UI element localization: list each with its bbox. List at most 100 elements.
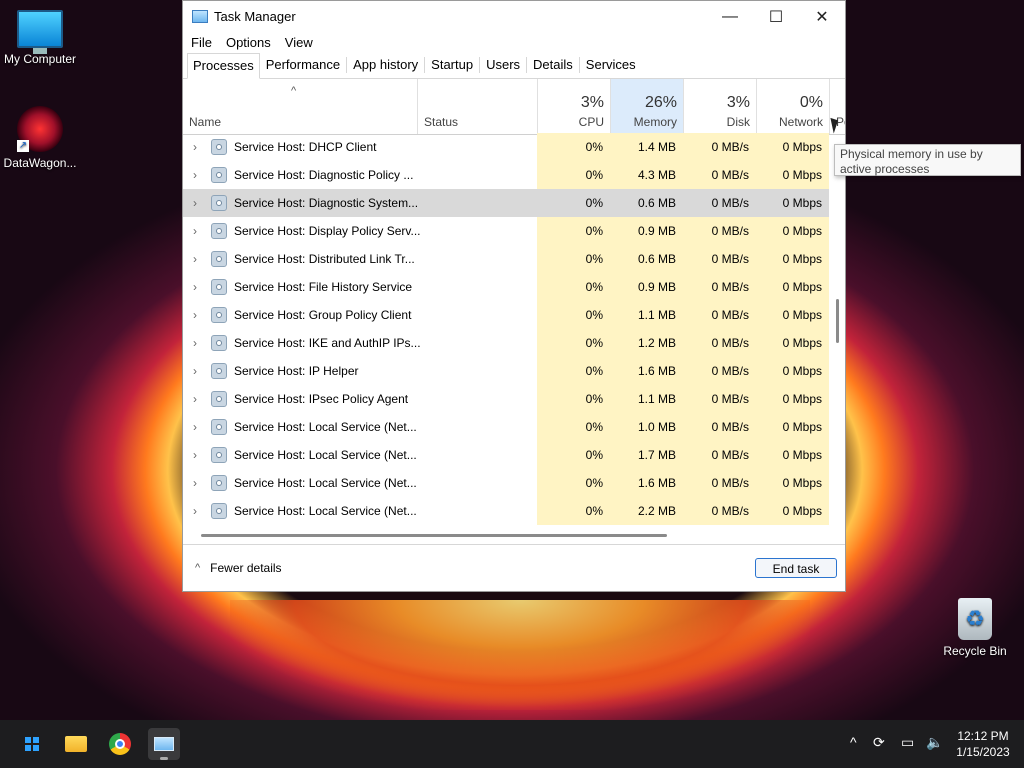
- desktop-icon-recycle-bin[interactable]: ♻ Recycle Bin: [935, 598, 1015, 658]
- clock-date: 1/15/2023: [956, 745, 1010, 759]
- start-button[interactable]: [16, 728, 48, 760]
- desktop-icon-datawagon[interactable]: ↗ DataWagon...: [0, 106, 80, 170]
- chevron-right-icon: ›: [193, 504, 197, 518]
- close-button[interactable]: ✕: [799, 1, 845, 32]
- process-name: Service Host: Diagnostic Policy ...: [234, 168, 414, 182]
- table-row[interactable]: › Service Host: IP Helper 0% 1.6 MB 0 MB/s 0 …: [183, 357, 829, 385]
- process-disk: 0 MB/s: [683, 357, 756, 385]
- process-name: Service Host: Display Policy Serv...: [234, 224, 421, 238]
- tab-processes[interactable]: Processes: [187, 53, 260, 79]
- table-row[interactable]: › Service Host: Local Service (Net... 0% 2.…: [183, 497, 829, 525]
- process-disk: 0 MB/s: [683, 161, 756, 189]
- column-cpu[interactable]: 3% CPU: [537, 79, 610, 134]
- process-list: › Service Host: DHCP Client 0% 1.4 MB 0 MB/s…: [183, 133, 829, 526]
- process-status: [417, 469, 537, 497]
- process-disk: 0 MB/s: [683, 273, 756, 301]
- column-status[interactable]: Status: [417, 79, 537, 134]
- title-bar[interactable]: Task Manager — ☐ ✕: [183, 1, 845, 32]
- table-row[interactable]: › Service Host: File History Service 0% 0.9…: [183, 273, 829, 301]
- process-cpu: 0%: [537, 189, 610, 217]
- tab-details[interactable]: Details: [527, 52, 579, 78]
- column-name-label: Name: [189, 115, 222, 129]
- table-row[interactable]: › Service Host: IKE and AuthIP IPs... 0% 1.…: [183, 329, 829, 357]
- process-cpu: 0%: [537, 469, 610, 497]
- process-status: [417, 301, 537, 329]
- process-memory: 4.3 MB: [610, 161, 683, 189]
- chevron-right-icon: ›: [193, 308, 197, 322]
- wallpaper-glow: [230, 600, 810, 710]
- table-row[interactable]: › Service Host: Diagnostic System... 0% 0.6…: [183, 189, 829, 217]
- service-gear-icon: [211, 223, 227, 239]
- tab-app-history[interactable]: App history: [347, 52, 424, 78]
- chrome-button[interactable]: [104, 728, 136, 760]
- chevron-up-icon: ^: [195, 562, 201, 574]
- table-row[interactable]: › Service Host: Distributed Link Tr... 0% 0…: [183, 245, 829, 273]
- process-status: [417, 133, 537, 161]
- tab-performance[interactable]: Performance: [260, 52, 346, 78]
- process-disk: 0 MB/s: [683, 217, 756, 245]
- process-disk: 0 MB/s: [683, 189, 756, 217]
- column-disk[interactable]: 3% Disk: [683, 79, 756, 134]
- process-cpu: 0%: [537, 413, 610, 441]
- end-task-button[interactable]: End task: [755, 558, 837, 578]
- window-title: Task Manager: [214, 9, 296, 24]
- process-cpu: 0%: [537, 245, 610, 273]
- process-name: Service Host: Local Service (Net...: [234, 504, 417, 518]
- tab-bar: Processes Performance App history Startu…: [183, 52, 845, 79]
- memory-label: Memory: [633, 115, 677, 129]
- process-memory: 0.6 MB: [610, 245, 683, 273]
- table-row[interactable]: › Service Host: DHCP Client 0% 1.4 MB 0 MB/s…: [183, 133, 829, 161]
- column-name[interactable]: Name: [183, 79, 417, 134]
- process-disk: 0 MB/s: [683, 469, 756, 497]
- menu-view[interactable]: View: [283, 35, 319, 50]
- process-status: [417, 357, 537, 385]
- process-cpu: 0%: [537, 441, 610, 469]
- memory-tooltip: Physical memory in use by active process…: [834, 144, 1021, 176]
- task-manager-taskbar-button[interactable]: [148, 728, 180, 760]
- chevron-right-icon: ›: [193, 476, 197, 490]
- table-row[interactable]: › Service Host: IPsec Policy Agent 0% 1.1 M…: [183, 385, 829, 413]
- table-row[interactable]: › Service Host: Display Policy Serv... 0% 0…: [183, 217, 829, 245]
- process-disk: 0 MB/s: [683, 385, 756, 413]
- process-name: Service Host: Diagnostic System...: [234, 196, 419, 210]
- column-network[interactable]: 0% Network: [756, 79, 829, 134]
- column-memory[interactable]: 26% Memory: [610, 79, 683, 134]
- maximize-button[interactable]: ☐: [753, 1, 799, 32]
- show-hidden-icons-icon[interactable]: ^: [850, 734, 857, 750]
- datawagon-icon: ↗: [17, 106, 63, 152]
- process-network: 0 Mbps: [756, 217, 829, 245]
- service-gear-icon: [211, 251, 227, 267]
- chevron-right-icon: ›: [193, 224, 197, 238]
- tab-users[interactable]: Users: [480, 52, 526, 78]
- volume-icon[interactable]: 🔈: [926, 734, 943, 751]
- process-memory: 2.2 MB: [610, 497, 683, 525]
- clock[interactable]: 12:12 PM 1/15/2023: [948, 728, 1018, 760]
- process-status: [417, 189, 537, 217]
- tab-startup[interactable]: Startup: [425, 52, 479, 78]
- tab-services[interactable]: Services: [580, 52, 642, 78]
- sync-icon[interactable]: ⟳: [873, 734, 885, 751]
- network-icon[interactable]: ▭: [901, 734, 914, 751]
- table-row[interactable]: › Service Host: Local Service (Net... 0% 1.…: [183, 413, 829, 441]
- process-status: [417, 385, 537, 413]
- process-disk: 0 MB/s: [683, 301, 756, 329]
- file-explorer-button[interactable]: [60, 728, 92, 760]
- process-cpu: 0%: [537, 385, 610, 413]
- desktop-icon-my-computer[interactable]: My Computer: [0, 10, 80, 66]
- vertical-scrollbar[interactable]: [836, 299, 839, 343]
- minimize-button[interactable]: —: [707, 1, 753, 32]
- process-status: [417, 245, 537, 273]
- process-cpu: 0%: [537, 301, 610, 329]
- menu-file[interactable]: File: [189, 35, 218, 50]
- service-gear-icon: [211, 447, 227, 463]
- fewer-details-button[interactable]: ^ Fewer details: [195, 561, 282, 575]
- table-row[interactable]: › Service Host: Local Service (Net... 0% 1.…: [183, 441, 829, 469]
- table-row[interactable]: › Service Host: Diagnostic Policy ... 0% 4.…: [183, 161, 829, 189]
- menu-options[interactable]: Options: [224, 35, 277, 50]
- horizontal-scrollbar[interactable]: [201, 534, 667, 537]
- process-network: 0 Mbps: [756, 469, 829, 497]
- cpu-label: CPU: [578, 115, 604, 129]
- table-row[interactable]: › Service Host: Group Policy Client 0% 1.1 …: [183, 301, 829, 329]
- process-disk: 0 MB/s: [683, 441, 756, 469]
- table-row[interactable]: › Service Host: Local Service (Net... 0% 1.…: [183, 469, 829, 497]
